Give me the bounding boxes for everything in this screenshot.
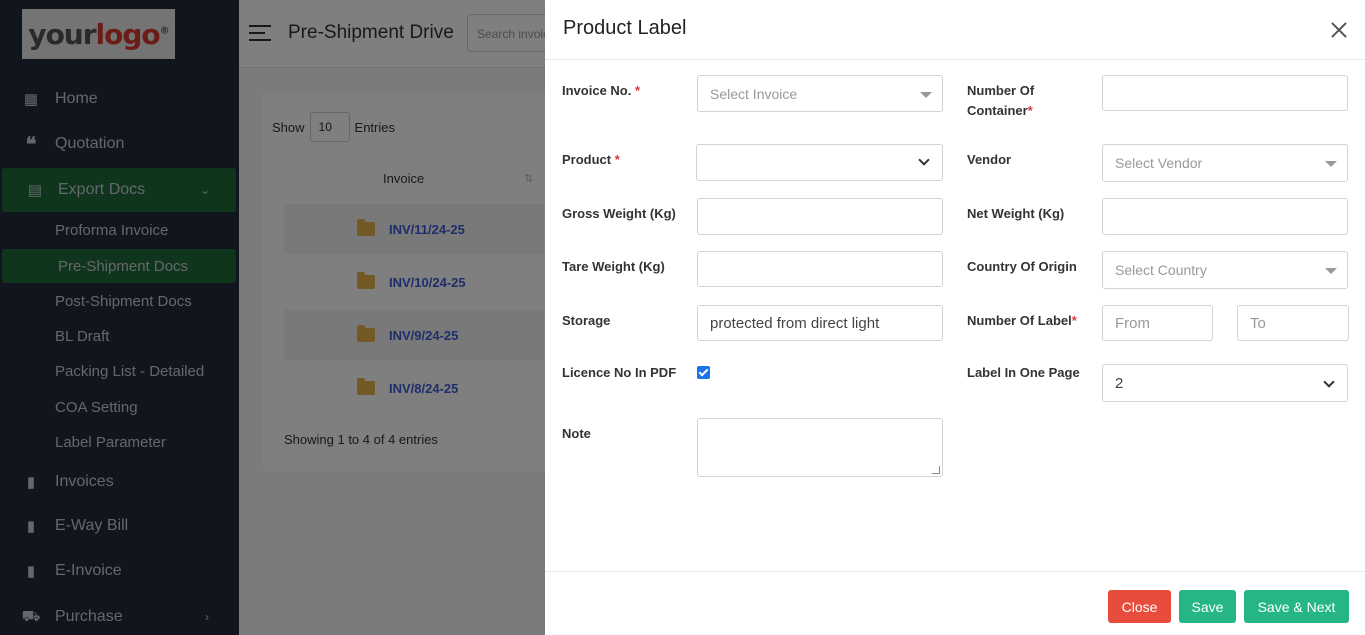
modal-footer: Close Save Save & Next <box>545 571 1365 635</box>
number-of-label-text: Number Of Label <box>967 313 1072 328</box>
required-mark: * <box>634 83 641 98</box>
net-weight-label: Net Weight (Kg) <box>967 206 1065 221</box>
label-in-one-page-label: Label In One Page <box>967 365 1080 380</box>
invoice-select[interactable]: Select Invoice <box>697 75 943 112</box>
chevron-down-icon <box>918 154 930 166</box>
save-next-button[interactable]: Save & Next <box>1244 590 1349 623</box>
save-button[interactable]: Save <box>1179 590 1236 623</box>
modal-title: Product Label <box>563 17 687 39</box>
country-label: Country Of Origin <box>967 259 1077 274</box>
caret-down-icon <box>920 92 932 98</box>
required-mark: * <box>1071 313 1077 328</box>
licence-label: Licence No In PDF <box>562 365 677 380</box>
resize-handle-icon[interactable] <box>932 466 940 474</box>
storage-value: protected from direct light <box>710 314 880 332</box>
containers-label-line2: Container <box>967 103 1028 118</box>
label-in-one-page-select[interactable]: 2 <box>1102 364 1348 402</box>
containers-label: Number Of Container* <box>967 81 1034 121</box>
label-from-input[interactable]: From <box>1102 305 1213 341</box>
caret-down-icon <box>1325 161 1337 167</box>
containers-input[interactable] <box>1102 75 1348 111</box>
net-weight-input[interactable] <box>1102 198 1348 235</box>
required-mark: * <box>614 152 620 167</box>
storage-label: Storage <box>562 313 611 328</box>
storage-input[interactable]: protected from direct light <box>697 305 943 341</box>
tare-weight-label: Tare Weight (Kg) <box>562 259 665 274</box>
modal-header: Product Label <box>545 0 1365 60</box>
invoice-label: Invoice No. * <box>562 81 640 101</box>
to-placeholder: To <box>1250 314 1266 332</box>
vendor-placeholder: Select Vendor <box>1115 155 1203 171</box>
required-mark: * <box>1027 103 1033 118</box>
tare-weight-input[interactable] <box>697 251 943 287</box>
caret-down-icon <box>1325 268 1337 274</box>
note-label: Note <box>562 426 591 441</box>
containers-label-line1: Number Of <box>967 83 1035 98</box>
from-placeholder: From <box>1115 314 1150 332</box>
vendor-label: Vendor <box>967 152 1012 167</box>
note-textarea[interactable] <box>697 418 943 477</box>
chevron-down-icon <box>1323 376 1335 388</box>
product-label: Product * <box>562 150 620 170</box>
invoice-placeholder: Select Invoice <box>710 85 798 102</box>
country-placeholder: Select Country <box>1115 262 1207 278</box>
number-of-label-label: Number Of Label* <box>967 311 1077 331</box>
invoice-label-text: Invoice No. <box>562 83 632 98</box>
product-select[interactable] <box>696 144 943 181</box>
gross-weight-input[interactable] <box>697 198 943 235</box>
licence-checkbox[interactable] <box>697 366 710 379</box>
product-label-text: Product <box>562 152 612 167</box>
vendor-select[interactable]: Select Vendor <box>1102 144 1348 182</box>
country-select[interactable]: Select Country <box>1102 251 1348 289</box>
gross-weight-label: Gross Weight (Kg) <box>562 206 676 221</box>
product-label-modal: Product Label Invoice No. * Select Invoi… <box>545 0 1365 635</box>
close-icon[interactable] <box>1329 20 1349 40</box>
label-in-one-page-value: 2 <box>1115 374 1124 392</box>
label-to-input[interactable]: To <box>1237 305 1349 341</box>
close-button[interactable]: Close <box>1108 590 1171 623</box>
